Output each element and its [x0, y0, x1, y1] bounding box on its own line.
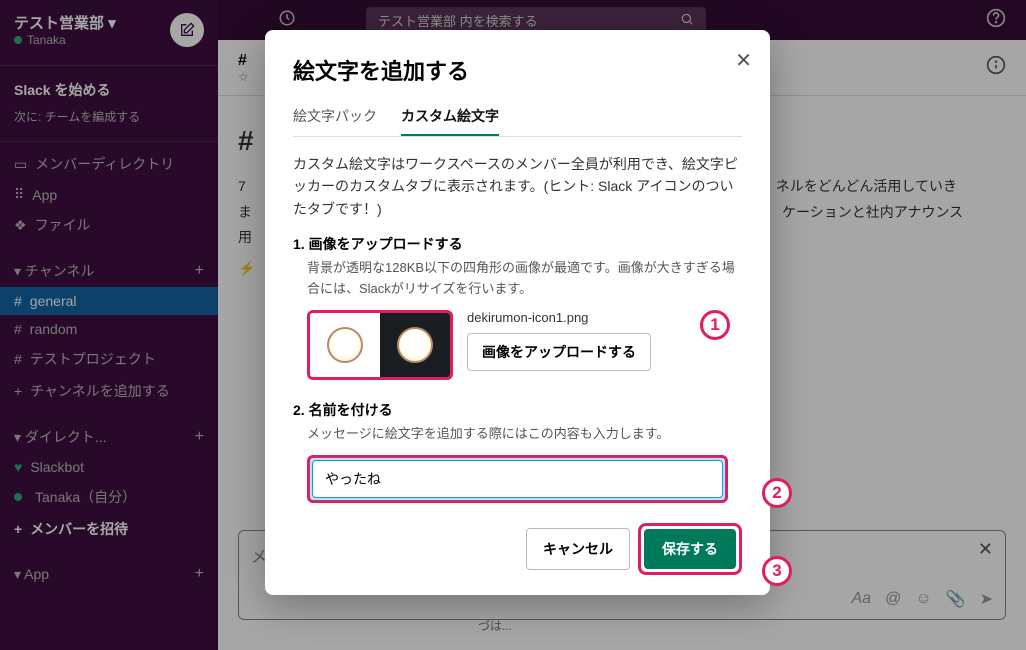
emoji-preview — [307, 310, 453, 380]
emoji-name-input[interactable] — [312, 460, 723, 498]
step1-title: 1. 画像をアップロードする — [293, 234, 742, 254]
uploaded-filename: dekirumon-icon1.png — [467, 310, 651, 325]
annotation-3: 3 — [762, 556, 792, 586]
close-icon[interactable]: ✕ — [735, 48, 752, 73]
save-button[interactable]: 保存する — [644, 529, 736, 569]
modal-intro: カスタム絵文字はワークスペースのメンバー全員が利用でき、絵文字ピッカーのカスタム… — [293, 153, 742, 220]
upload-image-button[interactable]: 画像をアップロードする — [467, 333, 651, 371]
step2-desc: メッセージに絵文字を追加する際にはこの内容も入力します。 — [307, 424, 742, 445]
tab-custom-emoji[interactable]: カスタム絵文字 — [401, 98, 499, 136]
cancel-button[interactable]: キャンセル — [526, 528, 630, 570]
modal-title: 絵文字を追加する — [293, 54, 742, 86]
preview-dark — [380, 313, 450, 377]
preview-light — [310, 313, 380, 377]
step1-desc: 背景が透明な128KB以下の四角形の画像が最適です。画像が大きすぎる場合には、S… — [307, 258, 742, 300]
step2-title: 2. 名前を付ける — [293, 400, 742, 420]
annotation-1: 1 — [700, 310, 730, 340]
add-emoji-modal: ✕ 絵文字を追加する 絵文字パック カスタム絵文字 カスタム絵文字はワークスペー… — [265, 30, 770, 595]
annotation-2: 2 — [762, 478, 792, 508]
tab-emoji-pack[interactable]: 絵文字パック — [293, 98, 377, 136]
